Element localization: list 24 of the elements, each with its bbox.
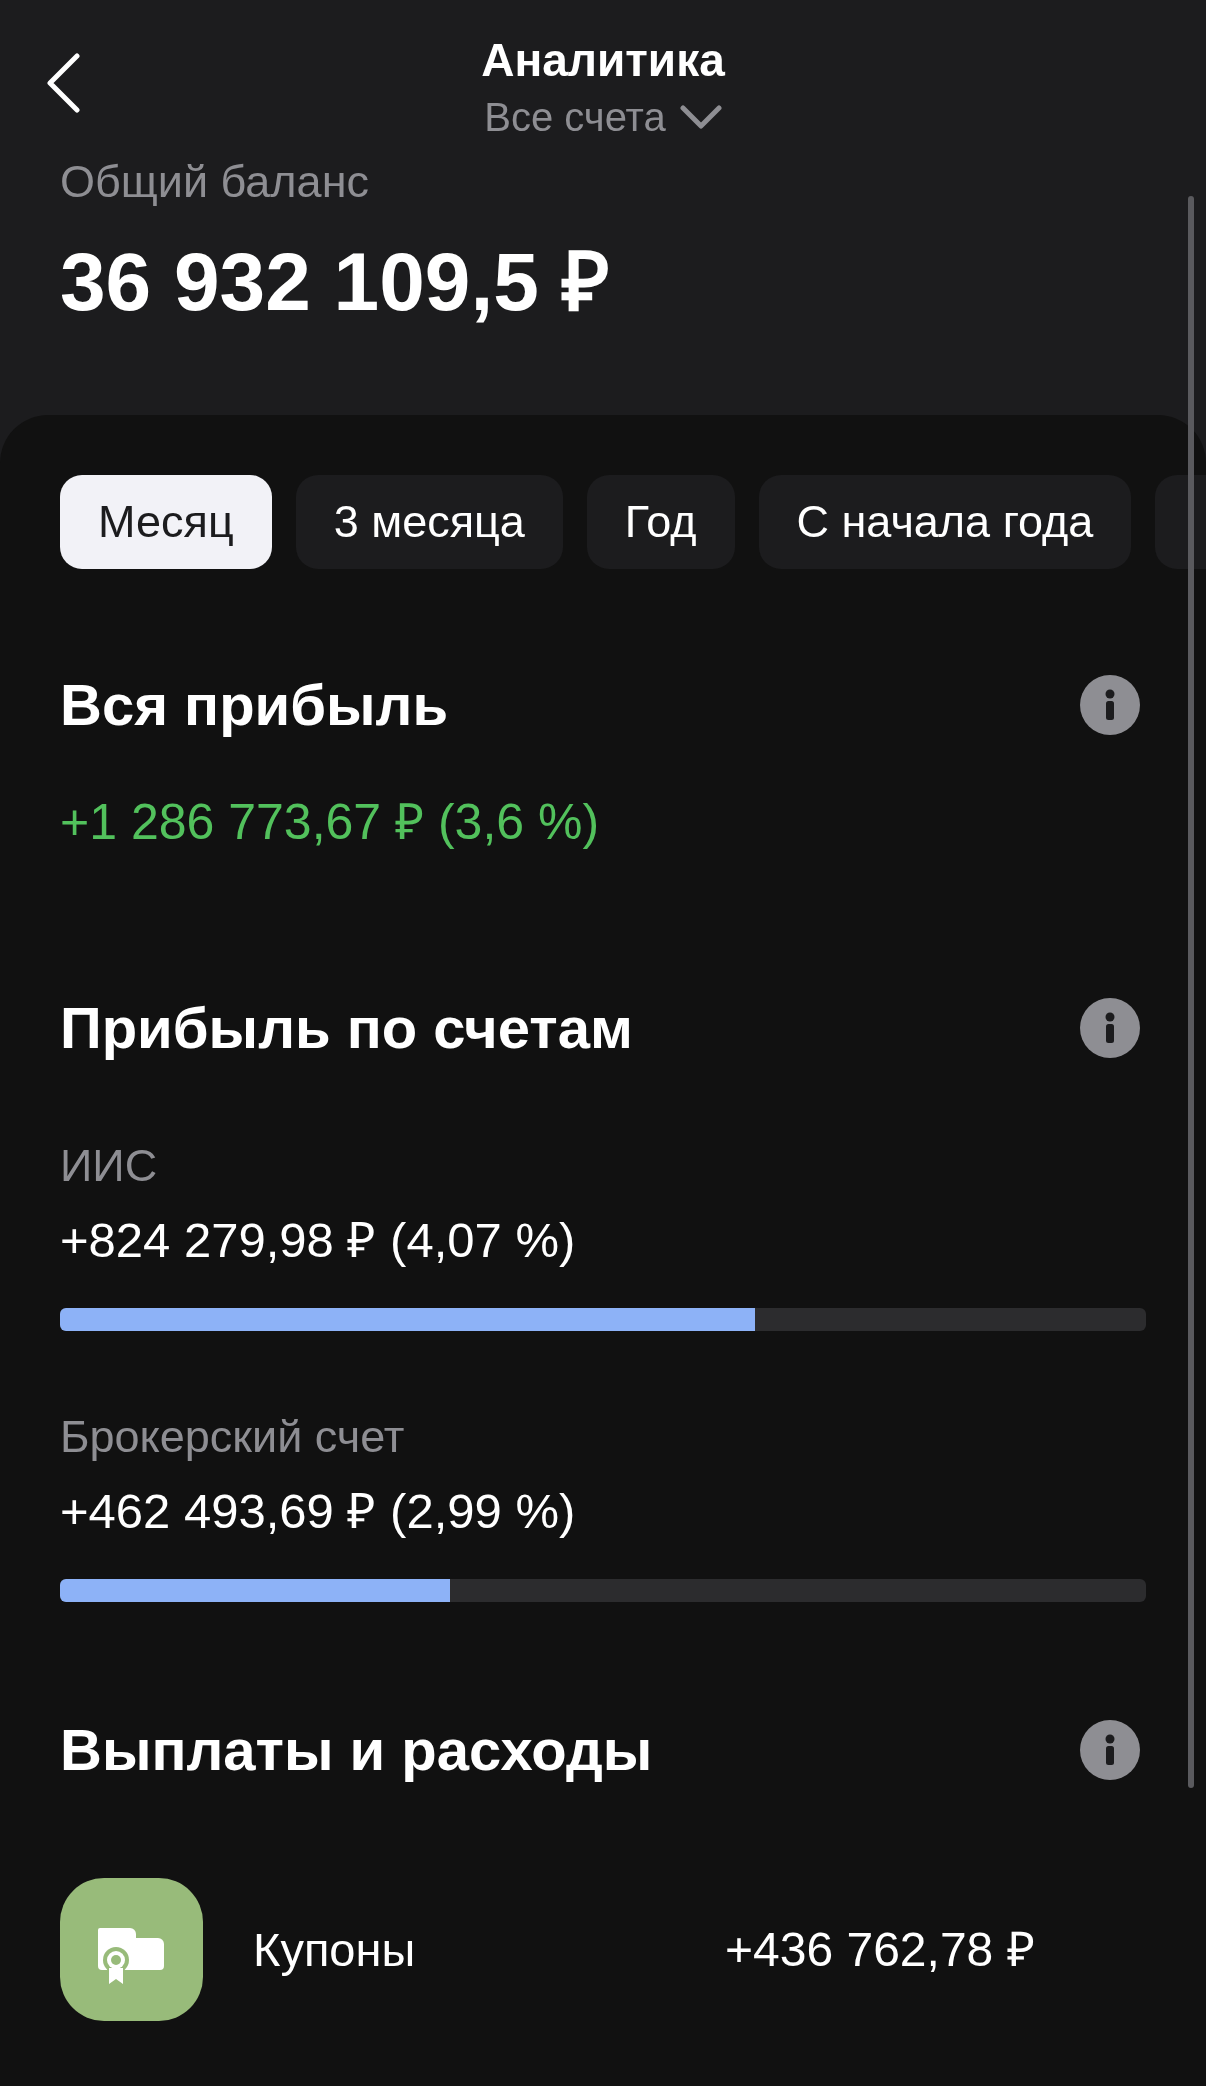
info-icon[interactable] (1080, 998, 1140, 1058)
screen-title: Аналитика (481, 34, 725, 86)
payout-name: Купоны (253, 1921, 417, 1978)
section-title: Выплаты и расходы (60, 1716, 653, 1784)
period-tab[interactable]: Год (586, 475, 735, 569)
account-name: Брокерский счет (60, 1411, 405, 1463)
account-profit: +462 493,69 ₽ (2,99 %) (60, 1483, 576, 1540)
balance-label: Общий баланс (60, 156, 369, 208)
period-tab[interactable]: 3 месяца (295, 475, 563, 569)
period-tab[interactable]: С начала года (758, 475, 1132, 569)
section-title: Вся прибыль (60, 671, 449, 739)
back-icon[interactable] (45, 53, 81, 113)
info-icon[interactable] (1080, 1720, 1140, 1780)
certificate-icon (60, 1878, 203, 2021)
info-icon[interactable] (1080, 675, 1140, 735)
account-picker[interactable]: Все счета (484, 93, 722, 141)
total-profit-value: +1 286 773,67 ₽ (3,6 %) (60, 793, 600, 852)
account-name: ИИС (60, 1140, 158, 1192)
account-profit: +824 279,98 ₽ (4,07 %) (60, 1212, 576, 1269)
balance-value: 36 932 109,5 ₽ (60, 237, 610, 327)
payout-amount: +436 762,78 ₽ (725, 1921, 1035, 1978)
period-tab[interactable]: Месяц (60, 475, 272, 569)
section-title: Прибыль по счетам (60, 994, 633, 1062)
chevron-down-icon (679, 105, 722, 129)
